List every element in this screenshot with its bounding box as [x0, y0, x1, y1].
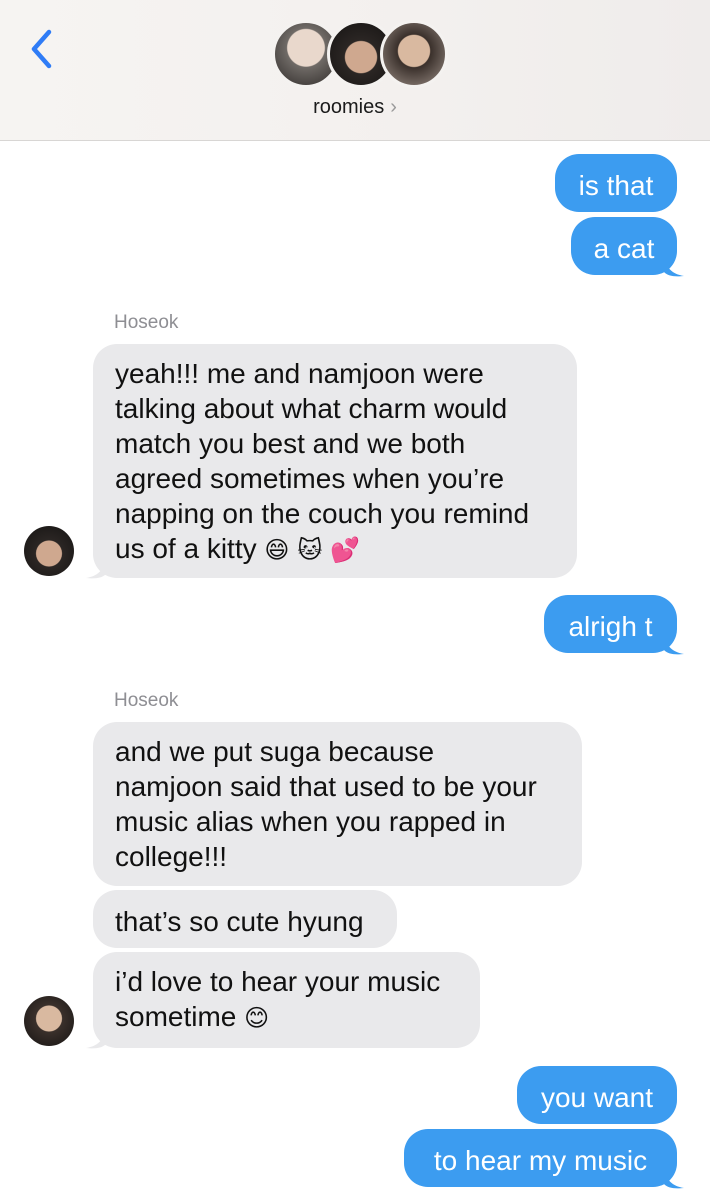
back-button[interactable]: [26, 28, 56, 70]
bubble-tail: [86, 1028, 106, 1049]
two-hearts-icon: 💕: [330, 536, 360, 564]
message-bubble-incoming[interactable]: i’d love to hear your music sometime 😊: [93, 952, 480, 1048]
message-line: yeah!!! me and namjoon were: [115, 358, 484, 389]
message-line: us of a kitty 😄 🐱 💕: [115, 531, 555, 568]
bubble-tail: [664, 1168, 684, 1189]
message-text: that’s so cute hyung: [115, 906, 364, 937]
chevron-right-icon: ›: [390, 96, 397, 118]
message-line: and we put suga because: [115, 736, 435, 767]
message-bubble-incoming[interactable]: yeah!!! me and namjoon were talking abou…: [93, 344, 577, 578]
sender-avatar[interactable]: [24, 526, 74, 576]
message-line: match you best and we both: [115, 428, 466, 459]
message-bubble-outgoing[interactable]: a cat: [571, 217, 677, 275]
conversation-header: roomies ›: [0, 0, 710, 141]
group-name: roomies: [313, 96, 385, 118]
message-line: namjoon said that used to be your: [115, 771, 537, 802]
message-line: i’d love to hear your music: [115, 966, 441, 997]
message-text: you want: [540, 1082, 654, 1113]
message-line: agreed sometimes when you’re: [115, 463, 505, 494]
message-line: talking about what charm would: [115, 393, 508, 424]
cat-face-icon: 🐱: [297, 536, 323, 564]
message-line: music alias when you rapped in: [115, 806, 506, 837]
chevron-left-icon: [31, 29, 52, 69]
sender-name: Hoseok: [114, 690, 179, 711]
message-text: a cat: [593, 233, 655, 264]
message-line: college!!!: [115, 841, 228, 872]
group-avatars[interactable]: [272, 20, 448, 92]
member-avatar: [380, 20, 448, 88]
message-bubble-outgoing[interactable]: you want: [517, 1066, 677, 1124]
message-text: us of a kitty: [115, 533, 257, 564]
message-bubble-incoming[interactable]: that’s so cute hyung: [93, 890, 397, 948]
message-bubble-incoming[interactable]: and we put suga because namjoon said tha…: [93, 722, 582, 886]
message-text: alrigh t: [568, 611, 653, 642]
message-text: sometime: [115, 1001, 237, 1032]
bubble-tail: [664, 256, 684, 277]
bubble-tail: [664, 634, 684, 655]
message-bubble-outgoing[interactable]: to hear my music: [404, 1129, 677, 1187]
message-bubble-outgoing[interactable]: is that: [555, 154, 677, 212]
sender-name: Hoseok: [114, 312, 179, 333]
group-title[interactable]: roomies ›: [0, 96, 710, 119]
message-bubble-outgoing[interactable]: alrigh t: [544, 595, 677, 653]
message-text: is that: [578, 170, 654, 201]
message-text: to hear my music: [433, 1145, 648, 1176]
sender-avatar[interactable]: [24, 996, 74, 1046]
grinning-face-icon: 😄: [264, 536, 290, 564]
smiling-face-icon: 😊: [244, 1004, 270, 1032]
message-line: sometime 😊: [115, 999, 458, 1036]
message-line: napping on the couch you remind: [115, 498, 530, 529]
bubble-tail: [86, 558, 106, 579]
